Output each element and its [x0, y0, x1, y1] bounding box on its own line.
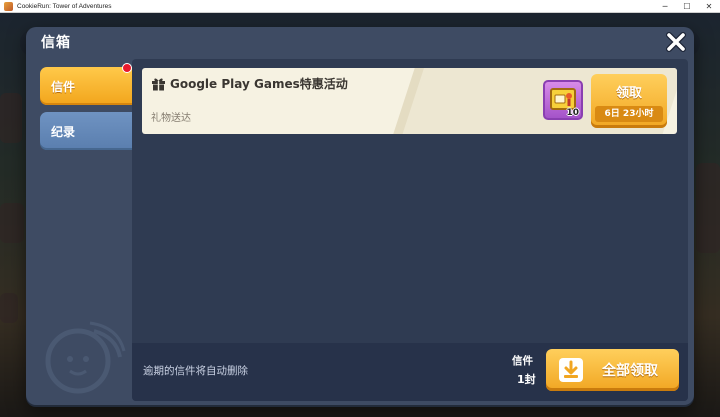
- window-close-button[interactable]: ✕: [698, 0, 720, 13]
- cookie-watermark-icon: [45, 321, 126, 394]
- modal-title: 信箱: [41, 35, 71, 51]
- reward-count: 10: [566, 108, 579, 118]
- claim-all-button[interactable]: 全部领取: [546, 349, 679, 391]
- notification-dot: [122, 63, 132, 73]
- window-controls: ─ ☐ ✕: [654, 0, 720, 13]
- mailbox-modal: 信箱 信件 纪录 Google Play Games特惠活动 礼物送达 10 领…: [26, 27, 694, 405]
- auto-delete-note: 逾期的信件将自动删除: [143, 365, 248, 377]
- mail-subtitle: 礼物送达: [151, 113, 191, 124]
- mail-title-row: Google Play Games特惠活动: [151, 75, 348, 92]
- maximize-button[interactable]: ☐: [676, 0, 698, 13]
- expiry-timer: 6日 23小时: [595, 106, 663, 122]
- claim-button[interactable]: 领取 6日 23小时: [591, 74, 667, 128]
- mailbox-footer: 逾期的信件将自动删除 信件 1封 全部领取: [132, 343, 688, 401]
- tab-mail[interactable]: 信件: [40, 63, 135, 105]
- window-title: CookieRun: Tower of Adventures: [17, 2, 112, 10]
- gift-icon: [152, 78, 165, 91]
- app-icon: [4, 1, 13, 11]
- claim-button-label: 领取: [615, 86, 642, 101]
- minimize-button[interactable]: ─: [654, 0, 676, 13]
- claim-all-label: 全部领取: [602, 363, 658, 379]
- modal-header: 信箱: [26, 27, 694, 57]
- close-x-icon: [666, 32, 686, 52]
- reward-item[interactable]: 10: [543, 80, 583, 120]
- tab-history-label: 纪录: [51, 124, 76, 139]
- tab-history[interactable]: 纪录: [40, 112, 135, 150]
- download-icon: [559, 358, 583, 382]
- close-button[interactable]: [665, 31, 687, 53]
- reward-item-icon: [550, 88, 576, 110]
- tab-mail-label: 信件: [51, 79, 76, 94]
- mail-count-label: 信件: [512, 355, 533, 367]
- mail-item[interactable]: Google Play Games特惠活动 礼物送达 10 领取 6日 23小时: [142, 68, 677, 134]
- reward-glyph-icon: [554, 93, 572, 106]
- mail-count-value: 1封: [517, 373, 536, 386]
- window-titlebar: CookieRun: Tower of Adventures ─ ☐ ✕: [0, 0, 720, 13]
- mail-title: Google Play Games特惠活动: [170, 77, 348, 91]
